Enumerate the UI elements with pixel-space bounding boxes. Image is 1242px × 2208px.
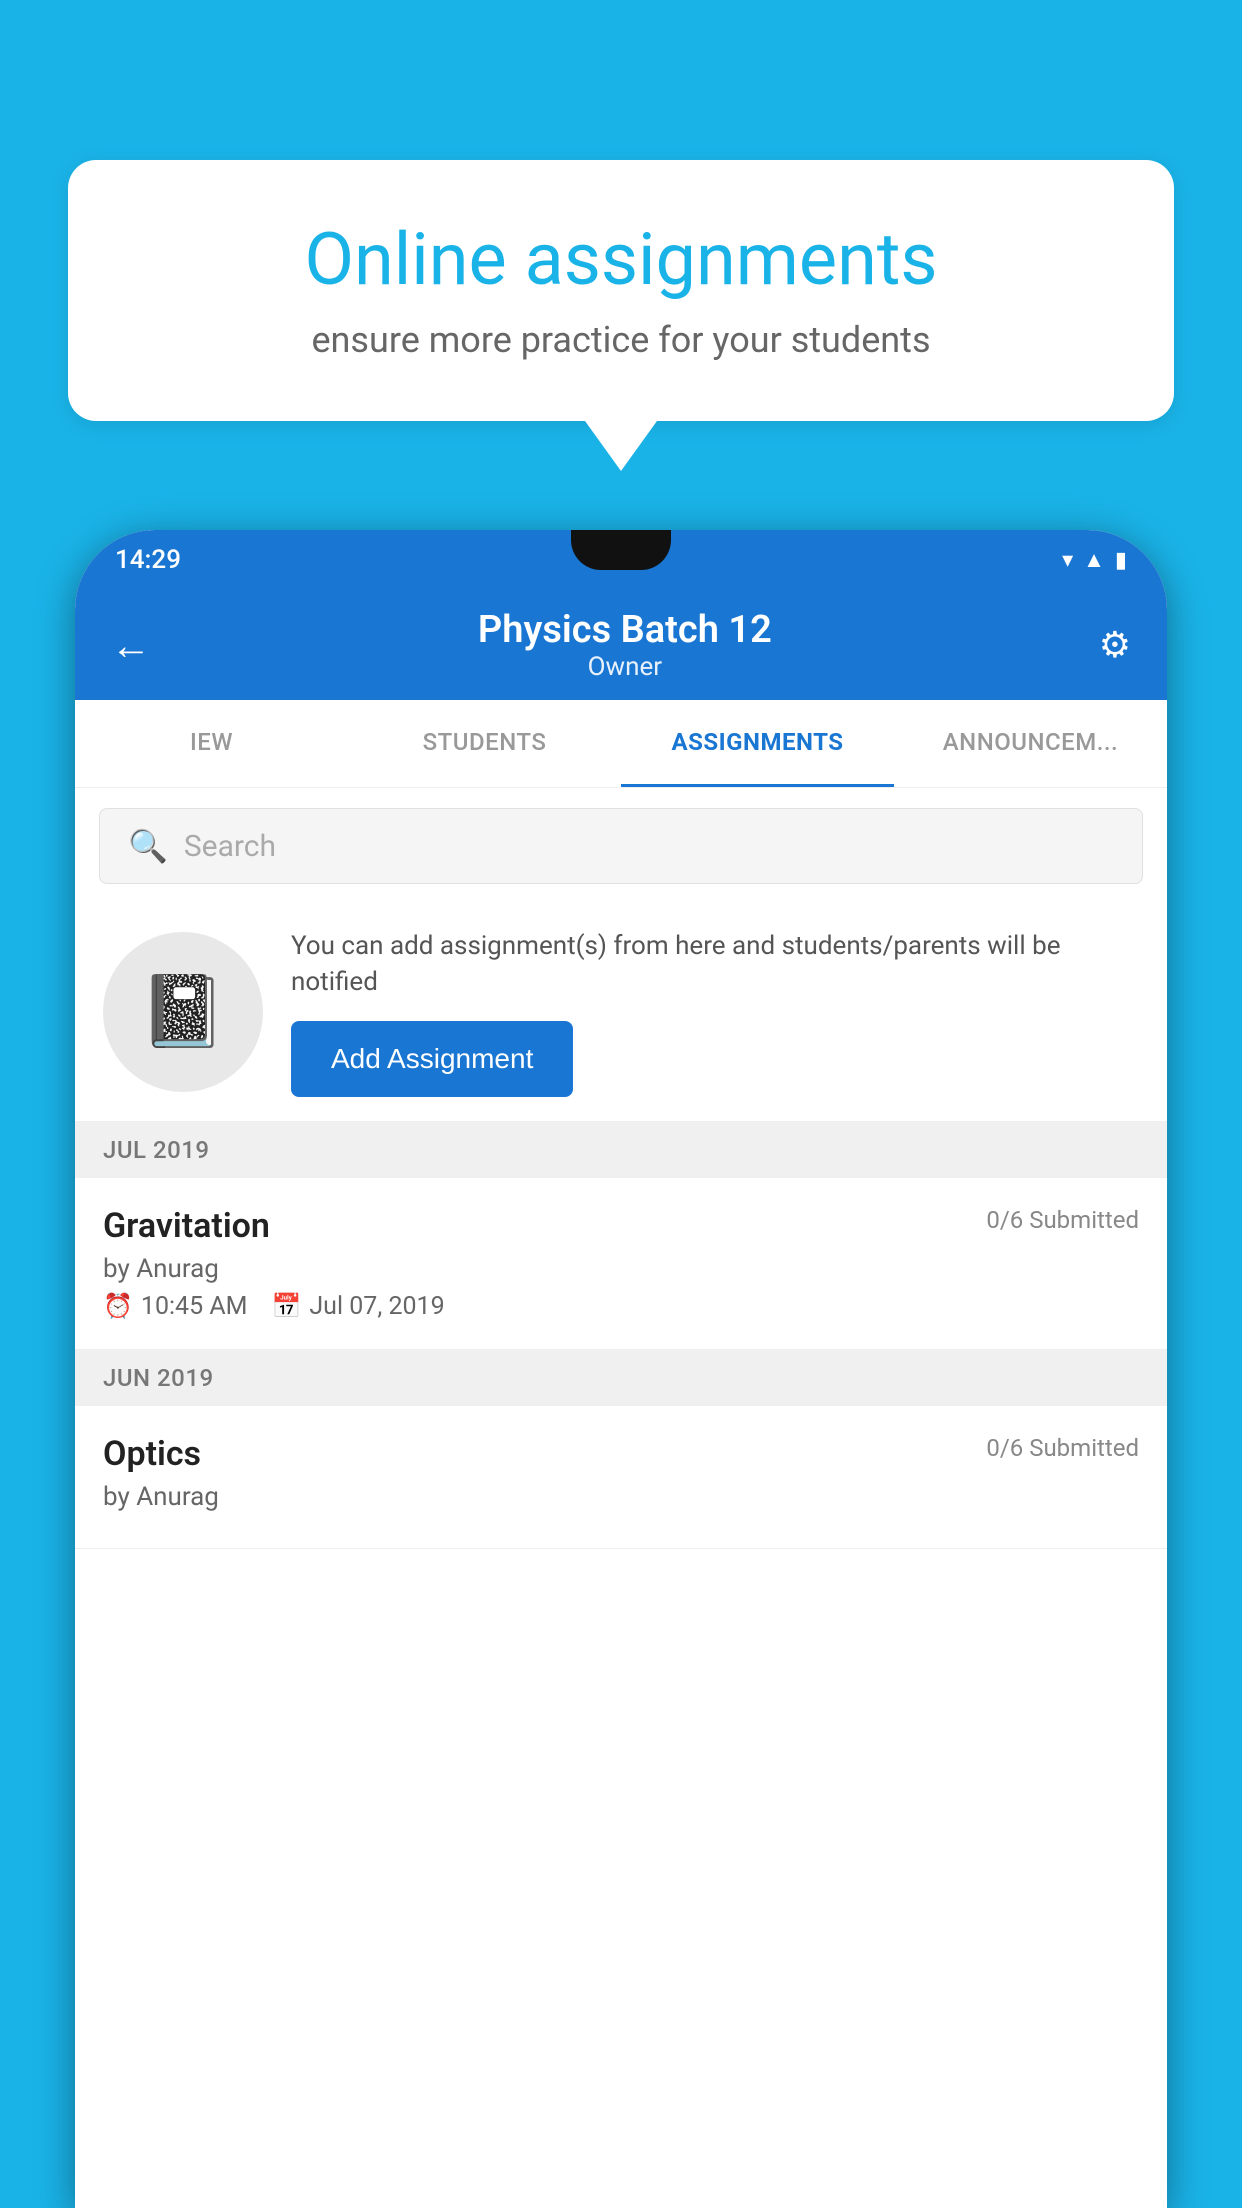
speech-bubble: Online assignments ensure more practice … — [68, 160, 1174, 421]
assignment-item-top-optics: Optics 0/6 Submitted — [103, 1434, 1139, 1474]
assignment-submitted-optics: 0/6 Submitted — [986, 1434, 1139, 1462]
phone-frame: 14:29 ▾ ▲ ▮ ← Physics Batch 12 Owner ⚙ — [75, 530, 1167, 2208]
notch — [571, 530, 671, 570]
status-bar: 14:29 ▾ ▲ ▮ — [75, 530, 1167, 590]
add-assignment-button[interactable]: Add Assignment — [291, 1021, 573, 1097]
promo-icon-circle: 📓 — [103, 932, 263, 1092]
phone-inner: 14:29 ▾ ▲ ▮ ← Physics Batch 12 Owner ⚙ — [75, 530, 1167, 2208]
assignment-title-gravitation: Gravitation — [103, 1206, 270, 1246]
tab-assignments[interactable]: ASSIGNMENTS — [621, 700, 894, 787]
assignment-by-gravitation: by Anurag — [103, 1254, 1139, 1284]
settings-button[interactable]: ⚙ — [1099, 624, 1131, 666]
meta-time-gravitation: ⏰ 10:45 AM — [103, 1292, 247, 1321]
status-time: 14:29 — [115, 545, 181, 575]
assignment-item-top: Gravitation 0/6 Submitted — [103, 1206, 1139, 1246]
wifi-icon: ▾ — [1062, 548, 1073, 573]
meta-date-gravitation: 📅 Jul 07, 2019 — [271, 1292, 444, 1321]
speech-bubble-subtitle: ensure more practice for your students — [138, 319, 1104, 361]
notebook-icon: 📓 — [139, 971, 226, 1053]
signal-icon: ▲ — [1083, 547, 1105, 573]
assignment-submitted-gravitation: 0/6 Submitted — [986, 1206, 1139, 1234]
search-placeholder: Search — [184, 829, 276, 864]
section-header-jun: JUN 2019 — [75, 1350, 1167, 1406]
assignment-title-optics: Optics — [103, 1434, 201, 1474]
battery-icon: ▮ — [1115, 548, 1127, 573]
promo-text-area: You can add assignment(s) from here and … — [291, 928, 1139, 1097]
assignment-item-gravitation[interactable]: Gravitation 0/6 Submitted by Anurag ⏰ 10… — [75, 1178, 1167, 1350]
assignment-time-gravitation: 10:45 AM — [141, 1292, 248, 1321]
app-bar-title: Physics Batch 12 — [151, 608, 1099, 652]
speech-bubble-arrow — [585, 421, 657, 471]
speech-bubble-title: Online assignments — [138, 220, 1104, 299]
app-bar: ← Physics Batch 12 Owner ⚙ — [75, 590, 1167, 700]
search-bar: 🔍 Search — [75, 788, 1167, 904]
search-input-container[interactable]: 🔍 Search — [99, 808, 1143, 884]
tabs-bar: IEW STUDENTS ASSIGNMENTS ANNOUNCEM... — [75, 700, 1167, 788]
app-bar-center: Physics Batch 12 Owner — [151, 608, 1099, 682]
tab-announcements[interactable]: ANNOUNCEM... — [894, 700, 1167, 787]
clock-icon: ⏰ — [103, 1292, 133, 1320]
calendar-icon: 📅 — [271, 1292, 301, 1320]
tab-students[interactable]: STUDENTS — [348, 700, 621, 787]
search-icon: 🔍 — [128, 827, 168, 865]
back-button[interactable]: ← — [111, 622, 151, 669]
phone-screen: 14:29 ▾ ▲ ▮ ← Physics Batch 12 Owner ⚙ — [75, 530, 1167, 2208]
tab-iew[interactable]: IEW — [75, 700, 348, 787]
speech-bubble-container: Online assignments ensure more practice … — [68, 160, 1174, 471]
assignment-date-gravitation: Jul 07, 2019 — [309, 1292, 444, 1321]
status-icons: ▾ ▲ ▮ — [1062, 547, 1127, 573]
app-bar-subtitle: Owner — [151, 652, 1099, 682]
assignment-meta-gravitation: ⏰ 10:45 AM 📅 Jul 07, 2019 — [103, 1292, 1139, 1321]
assignment-by-optics: by Anurag — [103, 1482, 1139, 1512]
section-header-jul: JUL 2019 — [75, 1122, 1167, 1178]
promo-card: 📓 You can add assignment(s) from here an… — [75, 904, 1167, 1122]
assignment-item-optics[interactable]: Optics 0/6 Submitted by Anurag — [75, 1406, 1167, 1549]
promo-description: You can add assignment(s) from here and … — [291, 928, 1139, 1001]
